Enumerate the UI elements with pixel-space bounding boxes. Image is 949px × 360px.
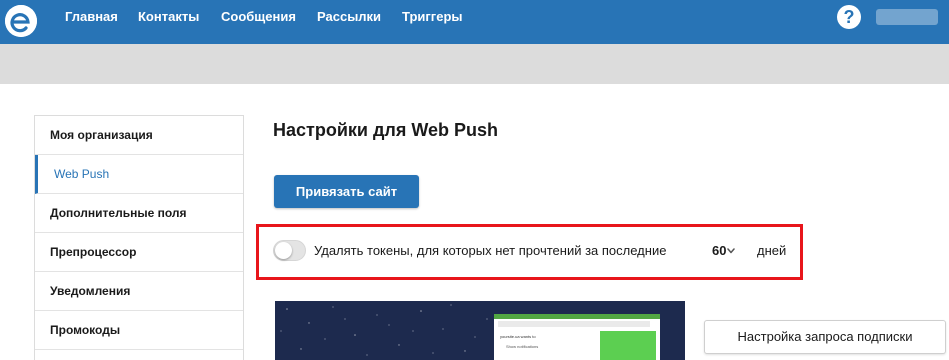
sidebar-item-preprocessor[interactable]: Препроцессор [35, 233, 243, 272]
sidebar-item-my-organization[interactable]: Моя организация [35, 116, 243, 155]
delete-tokens-label: Удалять токены, для которых нет прочтени… [314, 243, 667, 258]
popup-prompt-text: yoursite.ua wants to [500, 334, 536, 339]
nav-contacts[interactable]: Контакты [138, 0, 199, 44]
nav-messages[interactable]: Сообщения [221, 0, 296, 44]
sidebar-item-additional-fields[interactable]: Дополнительные поля [35, 194, 243, 233]
sidebar-item-notifications[interactable]: Уведомления [35, 272, 243, 311]
sidebar-item-web-push[interactable]: Web Push [35, 155, 243, 194]
toggle-knob [275, 242, 292, 259]
delete-tokens-toggle[interactable] [273, 240, 306, 261]
nav-triggers[interactable]: Триггеры [402, 0, 462, 44]
popup-option-text: Show notifications [506, 344, 539, 349]
user-account-menu[interactable] [876, 9, 938, 25]
sub-header-band [0, 44, 949, 84]
days-unit-label: дней [757, 243, 787, 258]
chevron-down-icon [727, 248, 735, 254]
settings-sidebar: Моя организация Web Push Дополнительные … [34, 115, 244, 360]
page-title: Настройки для Web Push [273, 120, 499, 140]
popup-green-panel [600, 331, 656, 360]
popup-url-bar [498, 321, 650, 327]
subscription-settings-button[interactable]: Настройка запроса подписки [704, 320, 946, 354]
nav-home[interactable]: Главная [65, 0, 118, 44]
top-navigation-bar: Главная Контакты Сообщения Рассылки Триг… [0, 0, 949, 44]
nav-mailings[interactable]: Рассылки [317, 0, 381, 44]
brand-e-logo-icon[interactable] [5, 5, 37, 37]
question-circle-icon[interactable]: ? [837, 5, 861, 29]
bind-site-button[interactable]: Привязать сайт [274, 175, 419, 208]
browser-permission-popup: yoursite.ua wants to Show notifications [494, 314, 660, 360]
sidebar-item-promocodes[interactable]: Промокоды [35, 311, 243, 350]
